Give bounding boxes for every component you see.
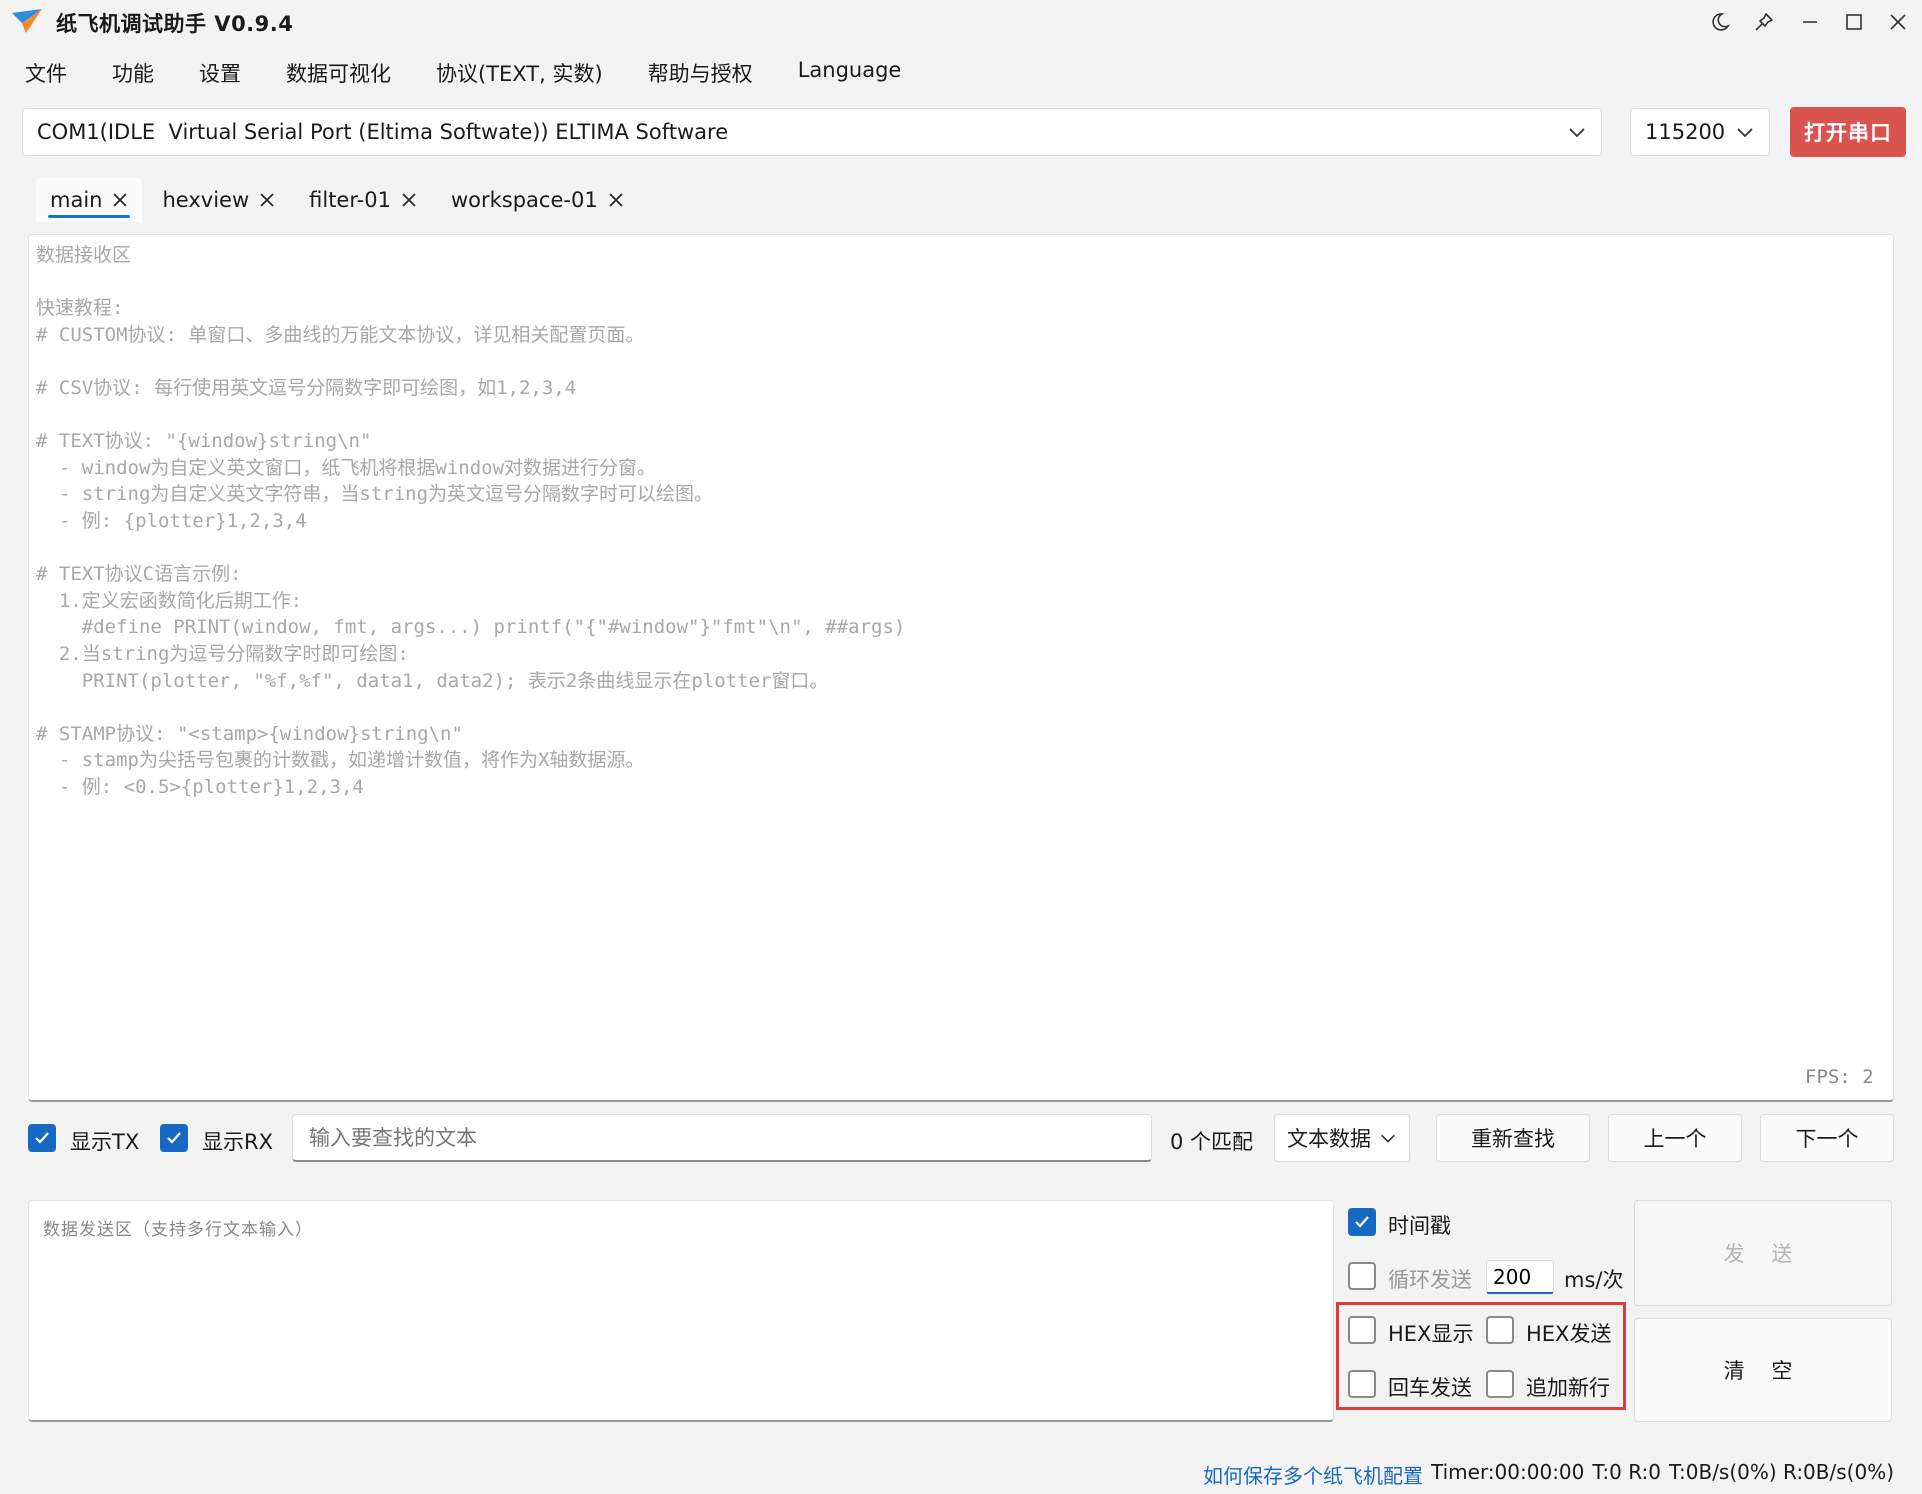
search-input[interactable]: [292, 1114, 1152, 1162]
append-newline-checkbox[interactable]: [1486, 1370, 1514, 1398]
open-port-button[interactable]: 打开串口: [1790, 107, 1906, 157]
previous-button[interactable]: 上一个: [1608, 1114, 1742, 1162]
hex-display-label: HEX显示: [1388, 1322, 1474, 1346]
close-tab-icon[interactable]: [608, 192, 624, 208]
baud-rate-value: 115200: [1645, 120, 1726, 144]
timer-status: Timer:00:00:00: [1431, 1460, 1585, 1484]
send-button[interactable]: 发 送: [1634, 1200, 1892, 1306]
save-config-help-link[interactable]: 如何保存多个纸飞机配置: [1203, 1460, 1423, 1489]
close-tab-icon[interactable]: [401, 192, 417, 208]
check-icon: [167, 1132, 181, 1144]
paper-plane-logo-icon: [12, 9, 42, 35]
close-icon[interactable]: [1878, 6, 1918, 38]
interval-unit: ms/次: [1564, 1268, 1624, 1292]
menu-function[interactable]: 功能: [87, 52, 174, 92]
loop-send-label: 循环发送: [1388, 1268, 1472, 1292]
tab-filter-01[interactable]: filter-01: [295, 178, 431, 222]
count-status: T:0 R:0: [1592, 1460, 1661, 1484]
show-rx-label: 显示RX: [202, 1130, 273, 1154]
chevron-down-icon: [1381, 1134, 1395, 1143]
clear-button[interactable]: 清 空: [1634, 1318, 1892, 1422]
menu-language[interactable]: Language: [773, 52, 922, 92]
show-tx-label: 显示TX: [70, 1130, 140, 1154]
serial-port-value: COM1(IDLE Virtual Serial Port (Eltima So…: [37, 120, 729, 144]
next-button[interactable]: 下一个: [1760, 1114, 1894, 1162]
baud-rate-select[interactable]: 115200: [1630, 108, 1770, 156]
loop-interval-input[interactable]: [1486, 1260, 1554, 1294]
fps-label: FPS: 2: [1805, 1066, 1874, 1088]
show-rx-checkbox[interactable]: [160, 1124, 188, 1152]
menu-settings[interactable]: 设置: [174, 52, 261, 92]
chevron-down-icon: [1737, 128, 1753, 138]
menu-protocol[interactable]: 协议(TEXT, 实数): [411, 52, 623, 92]
pin-icon[interactable]: [1744, 6, 1784, 38]
match-count: 0 个匹配: [1170, 1130, 1254, 1154]
timestamp-label: 时间戳: [1388, 1214, 1451, 1238]
receive-placeholder: 数据接收区 快速教程: # CUSTOM协议: 单窗口、多曲线的万能文本协议，详…: [36, 244, 906, 798]
status-bar: 如何保存多个纸飞机配置 Timer:00:00:00 T:0 R:0 T:0B/…: [1203, 1460, 1894, 1489]
tab-workspace-01[interactable]: workspace-01: [437, 178, 638, 222]
rate-status: T:0B/s(0%) R:0B/s(0%): [1668, 1460, 1894, 1484]
chevron-down-icon: [1569, 128, 1585, 138]
window-title: 纸飞机调试助手 V0.9.4: [56, 12, 294, 36]
hex-send-label: HEX发送: [1526, 1322, 1612, 1346]
moon-icon[interactable]: [1700, 6, 1740, 38]
loop-send-checkbox[interactable]: [1348, 1262, 1376, 1290]
show-tx-checkbox[interactable]: [28, 1124, 56, 1152]
tab-bar: main hexview filter-01 workspace-01: [36, 178, 638, 222]
refind-button[interactable]: 重新查找: [1436, 1114, 1590, 1162]
menu-help[interactable]: 帮助与授权: [623, 52, 773, 92]
cr-send-label: 回车发送: [1388, 1376, 1472, 1400]
cr-send-checkbox[interactable]: [1348, 1370, 1376, 1398]
menu-visualization[interactable]: 数据可视化: [261, 52, 411, 92]
hex-send-checkbox[interactable]: [1486, 1316, 1514, 1344]
tab-label: workspace-01: [450, 188, 598, 212]
hex-display-checkbox[interactable]: [1348, 1316, 1376, 1344]
menu-file[interactable]: 文件: [0, 52, 87, 92]
maximize-icon[interactable]: [1834, 6, 1874, 38]
tab-label: filter-01: [309, 188, 391, 212]
close-tab-icon[interactable]: [259, 192, 275, 208]
send-area[interactable]: [28, 1200, 1334, 1422]
close-tab-icon[interactable]: [112, 192, 128, 208]
tab-label: main: [50, 188, 103, 212]
search-mode-value: 文本数据: [1287, 1127, 1371, 1151]
search-mode-select[interactable]: 文本数据: [1274, 1114, 1410, 1162]
append-newline-label: 追加新行: [1526, 1376, 1610, 1400]
check-icon: [35, 1132, 49, 1144]
check-icon: [1355, 1216, 1369, 1228]
serial-port-select[interactable]: COM1(IDLE Virtual Serial Port (Eltima So…: [22, 108, 1602, 156]
menu-bar: 文件 功能 设置 数据可视化 协议(TEXT, 实数) 帮助与授权 Langua…: [0, 52, 921, 92]
minimize-icon[interactable]: [1790, 6, 1830, 38]
tab-label: hexview: [162, 188, 250, 212]
tab-hexview[interactable]: hexview: [148, 178, 289, 222]
timestamp-checkbox[interactable]: [1348, 1208, 1376, 1236]
tab-main[interactable]: main: [36, 178, 143, 222]
